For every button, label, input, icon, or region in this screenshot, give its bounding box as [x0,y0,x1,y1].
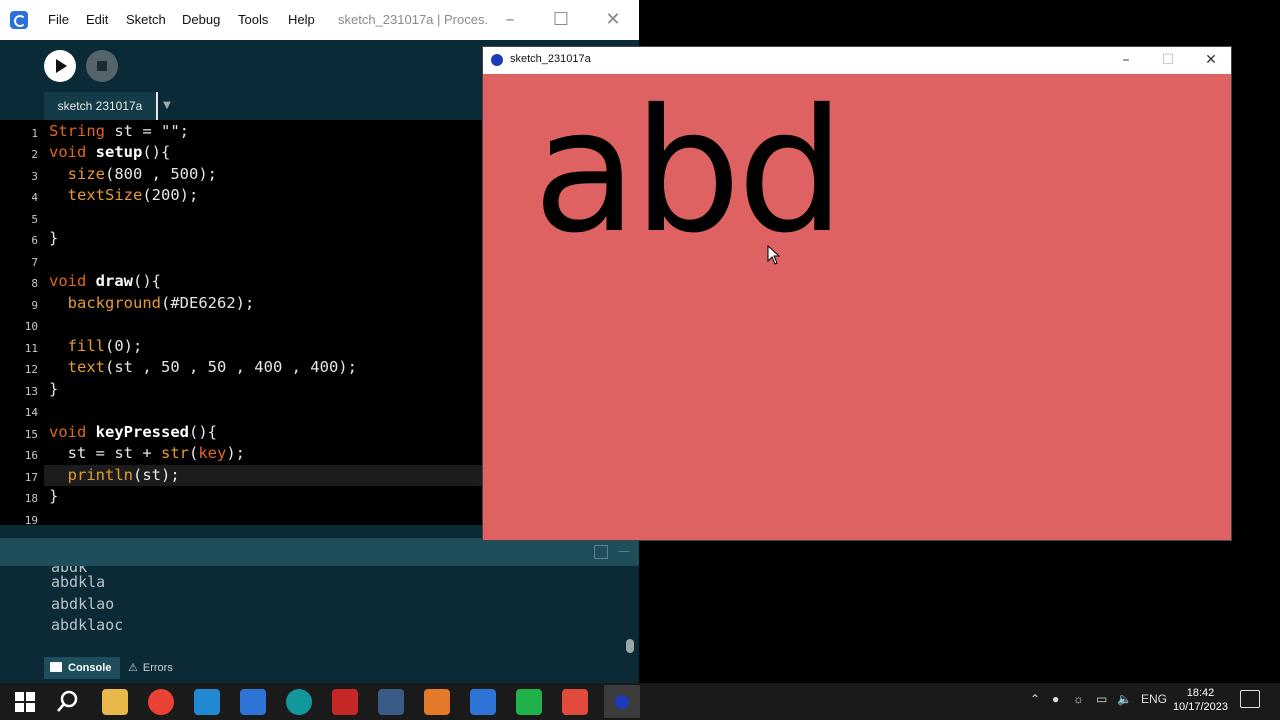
battery-icon[interactable]: ▭ [1096,692,1107,706]
console-scrollbar[interactable] [626,639,634,653]
code-line: text(st , 50 , 50 , 400 , 400); [67,358,357,376]
code-line: String st = ""; [49,122,189,140]
line-number: 10 [24,320,38,333]
code-line: } [49,229,59,247]
console-line: abdklaoc [51,616,124,634]
show-hidden-icons-icon[interactable]: ⌃ [1030,692,1040,706]
line-number: 13 [24,385,38,398]
clock-time: 18:42 [1186,687,1215,699]
code-line: void setup(){ [49,143,171,161]
code-line: } [49,487,59,505]
notification-icon[interactable] [1240,690,1260,708]
line-number: 11 [24,342,38,355]
console-line: abdkla [51,573,106,591]
tab-console-label: Console [68,662,112,674]
menu-edit[interactable]: Edit [86,12,108,27]
menu-help[interactable]: Help [288,12,315,27]
close-icon[interactable]: ✕ [601,8,625,32]
line-number: 7 [31,256,38,269]
cvavr-icon[interactable] [332,689,358,715]
sketch-app-icon [491,54,503,66]
code-line: println(st); [67,466,180,484]
code-line: textSize(200); [67,186,199,204]
language-indicator[interactable]: ENG [1141,692,1167,706]
maximize-icon[interactable]: ☐ [549,8,573,32]
menu-tools[interactable]: Tools [238,12,268,27]
code-editor[interactable]: 1 2 3 4 5 6 7 8 9 10 11 12 13 14 15 16 1… [0,120,482,525]
robot-app-icon[interactable] [378,689,404,715]
line-number: 16 [24,449,38,462]
line-number: 1 [31,127,38,140]
code-line: } [49,380,59,398]
line-number: 2 [31,148,38,161]
code-line: fill(0); [67,337,143,355]
sketch-maximize-icon[interactable]: ☐ [1157,50,1179,70]
line-number: 19 [24,514,38,525]
menu-debug[interactable]: Debug [182,12,220,27]
stop-button[interactable] [86,50,118,82]
sketch-close-icon[interactable]: ✕ [1200,50,1222,70]
line-number: 3 [31,170,38,183]
sketch-task-icon[interactable] [604,685,640,718]
tab-sketch[interactable]: sketch 231017a [44,92,158,120]
tab-console[interactable]: Console [44,657,120,679]
tab-menu-arrow-icon[interactable]: ▼ [160,92,174,120]
console-divider[interactable] [0,538,639,566]
chrome-icon[interactable] [148,689,174,715]
line-number: 15 [24,428,38,441]
sketch-window-title: sketch_231017a [510,53,591,65]
code-line: void keyPressed(){ [49,423,217,441]
system-clock[interactable]: 18:42 10/17/2023 [1173,686,1228,714]
minimize-icon[interactable]: – [498,8,522,32]
line-number: 12 [24,363,38,376]
clock-date: 10/17/2023 [1172,701,1228,713]
windows-start-icon[interactable] [12,689,38,715]
line-number: 5 [31,213,38,226]
matlab-icon[interactable] [424,689,450,715]
volume-icon[interactable]: 🔈 [1117,692,1132,706]
line-number: 18 [24,492,38,505]
mouse-cursor-icon [767,245,781,265]
line-number: 9 [31,299,38,312]
code-line: size(800 , 500); [67,165,217,183]
vscode-icon[interactable] [194,689,220,715]
console-line: abdklao [51,595,115,613]
menu-sketch[interactable]: Sketch [126,12,166,27]
microphone-icon[interactable]: ● [1052,692,1059,706]
run-button[interactable] [44,50,76,82]
code-line: st = st + str(key); [49,444,245,462]
line-number: 17 [24,471,38,484]
ide-window-title: sketch_231017a | Proces... [338,12,488,27]
console-output[interactable]: abdk abdkla abdklao abdklaoc [0,566,639,656]
copy-icon[interactable] [594,545,608,559]
file-explorer-icon[interactable] [102,689,128,715]
menu-file[interactable]: File [48,12,69,27]
processing-icon[interactable] [240,689,266,715]
code-line: void draw(){ [49,272,161,290]
line-number: 14 [24,406,38,419]
processing-app-icon[interactable] [10,11,28,29]
processing-running-icon[interactable] [470,689,496,715]
arduino-icon[interactable] [286,689,312,715]
console-icon [50,662,62,672]
tab-errors[interactable]: ⚠ Errors [128,657,198,679]
sketch-window[interactable]: sketch_231017a – ☐ ✕ abd [482,46,1232,541]
sketch-output-text: abd [533,73,845,271]
code-line: background(#DE6262); [67,294,255,312]
collapse-icon[interactable]: — [618,544,632,558]
taskbar [0,683,1280,720]
line-number: 8 [31,277,38,290]
tab-errors-label: Errors [142,662,173,674]
codeblocks-icon[interactable] [562,689,588,715]
line-number: 6 [31,234,38,247]
network-icon[interactable]: ☼ [1073,692,1084,706]
line-number: 4 [31,191,38,204]
line-number-gutter: 1 2 3 4 5 6 7 8 9 10 11 12 13 14 15 16 1… [0,120,44,525]
sketch-minimize-icon[interactable]: – [1115,50,1137,70]
search-icon[interactable] [56,689,82,715]
clion-icon[interactable] [516,689,542,715]
warning-icon: ⚠ [128,662,138,674]
